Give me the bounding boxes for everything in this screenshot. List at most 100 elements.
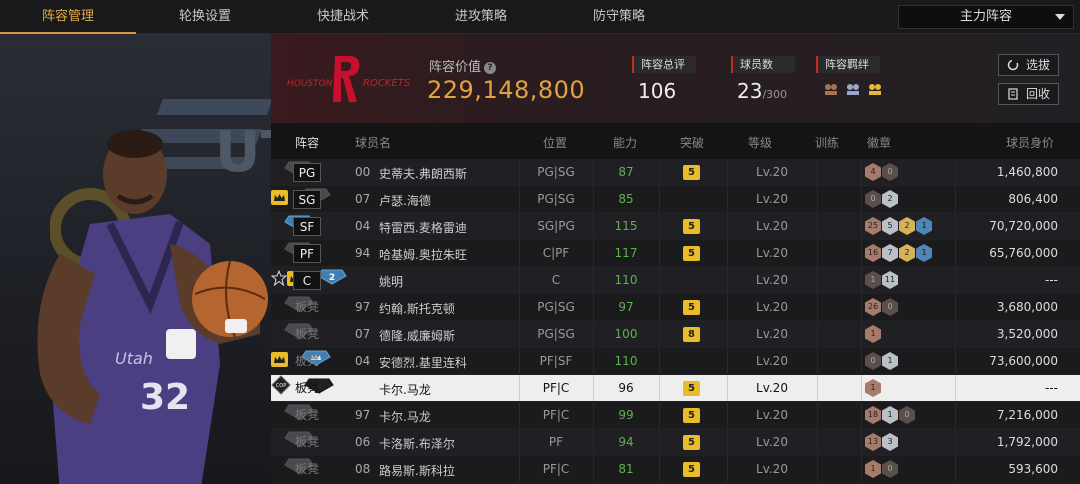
row-jersey-number: 06: [355, 435, 371, 449]
svg-text:HOUSTON: HOUSTON: [287, 79, 333, 89]
row-player-name[interactable]: 哈基姆.奥拉朱旺: [379, 246, 467, 263]
row-player-name[interactable]: 德隆.威廉姆斯: [379, 327, 455, 344]
table-row[interactable]: 板凳 04 安德烈.基里连科 PF|SF 110 Lv.20 0 1 73,600,000: [271, 348, 1080, 375]
table-row[interactable]: SG 07 卢瑟.海德 PG|SG 85 Lv.20 0 2 806,400: [271, 186, 1080, 213]
column-divider: [817, 429, 818, 455]
row-player-name[interactable]: 卢瑟.海德: [379, 192, 431, 209]
column-divider: [955, 240, 956, 266]
col-badges[interactable]: 徽章: [867, 134, 891, 151]
row-player-name[interactable]: 卡尔.马龙: [379, 408, 431, 425]
row-ability: 81: [618, 462, 634, 476]
table-row[interactable]: 板凳 06 卡洛斯.布泽尔 PF 94 5 Lv.20 13 3 1,792,000: [271, 429, 1080, 456]
row-player-name[interactable]: 卡洛斯.布泽尔: [379, 435, 455, 452]
column-divider: [817, 213, 818, 239]
row-player-name[interactable]: 路易斯.斯科拉: [379, 462, 455, 479]
row-ability: 115: [614, 219, 638, 233]
team-bond-label: 阵容羁绊: [816, 56, 880, 73]
top-tab-bar: 阵容管理 轮换设置 快捷战术 进攻策略 防守策略 主力阵容: [0, 0, 1080, 34]
table-row[interactable]: C 姚明 C 110 Lv.20 2 1 11 ---: [270, 267, 1080, 294]
column-divider: [817, 348, 818, 374]
tab-lineup-management[interactable]: 阵容管理: [0, 0, 136, 34]
badge-icon: 0: [899, 406, 915, 424]
row-ability: 97: [618, 300, 634, 314]
column-divider: [861, 159, 862, 185]
table-row[interactable]: 板凳 08 路易斯.斯科拉 PF|C 81 5 Lv.20 1 0 593,600: [271, 456, 1080, 483]
row-jersey-number: 94: [355, 246, 371, 260]
column-divider: [861, 429, 862, 455]
row-player-name[interactable]: 安德烈.基里连科: [379, 354, 467, 371]
row-position: PF|SF: [539, 354, 573, 368]
row-badges[interactable]: 1: [865, 379, 881, 397]
row-badges[interactable]: 1 11: [865, 271, 898, 289]
row-badges[interactable]: 25 5 2 1: [865, 217, 932, 235]
lineup-dropdown[interactable]: 主力阵容: [898, 5, 1074, 29]
column-divider: [659, 159, 660, 185]
lineup-dropdown-value: 主力阵容: [959, 9, 1012, 24]
help-icon[interactable]: ?: [484, 62, 497, 74]
row-breakthrough: 5: [683, 165, 700, 180]
row-player-value: 806,400: [1008, 192, 1058, 206]
row-badges[interactable]: 01: [865, 352, 898, 370]
table-row[interactable]: 板凳 COP 卡尔.马龙 PF|C 96 5 Lv.20 1 ---: [271, 375, 1080, 402]
col-ability[interactable]: 能力: [613, 134, 637, 151]
row-position: PF|C: [542, 462, 570, 476]
lineup-value-label: 阵容价值?: [429, 56, 497, 75]
roster-table-header: 阵容 球员名 位置 能力 突破 等级 训练 徽章 球员身价: [271, 123, 1080, 159]
column-divider: [817, 240, 818, 266]
column-divider: [955, 213, 956, 239]
select-button[interactable]: 选拔: [998, 54, 1059, 76]
table-row[interactable]: 板凳 97 约翰.斯托克顿 PG|SG 97 5 Lv.20 26 0 3,680,000: [271, 294, 1080, 321]
table-row[interactable]: 板凳 07 德隆.威廉姆斯 PG|SG 100 8 Lv.20 1 3,520,000: [271, 321, 1080, 348]
column-divider: [659, 294, 660, 320]
row-level: Lv.20: [756, 381, 788, 395]
tab-defense-strategy[interactable]: 防守策略: [550, 0, 688, 34]
column-divider: [817, 375, 818, 401]
col-lineup[interactable]: 阵容: [295, 134, 319, 151]
row-badges[interactable]: 26 0: [865, 298, 898, 316]
row-player-name[interactable]: 特雷西.麦格雷迪: [379, 219, 467, 236]
col-position[interactable]: 位置: [543, 134, 567, 151]
row-player-value: ---: [1045, 273, 1058, 287]
row-badges[interactable]: 40: [865, 163, 898, 181]
col-training[interactable]: 训练: [815, 134, 839, 151]
row-badges[interactable]: 13 3: [865, 433, 898, 451]
player-portrait: 32 Utah: [37, 130, 268, 484]
bond-silver-icon[interactable]: [844, 79, 862, 97]
col-level[interactable]: 等级: [748, 134, 772, 151]
recycle-button[interactable]: 回收: [998, 83, 1059, 105]
row-ability: 99: [618, 408, 634, 422]
row-badges[interactable]: 02: [865, 190, 898, 208]
row-player-name[interactable]: 姚明: [379, 273, 403, 290]
tab-offense-strategy[interactable]: 进攻策略: [412, 0, 550, 34]
row-breakthrough: 5: [683, 246, 700, 261]
table-row[interactable]: PF 94 哈基姆.奥拉朱旺 C|PF 117 5 Lv.20 16 7 2 1 65,760,000: [271, 240, 1080, 267]
tab-rotation-settings[interactable]: 轮换设置: [136, 0, 274, 34]
table-row[interactable]: PG 00 史蒂夫.弗朗西斯 PG|SG 87 5 Lv.20 4 0 1,460,800: [271, 159, 1080, 186]
column-divider: [955, 186, 956, 212]
column-divider: [659, 429, 660, 455]
row-player-name[interactable]: 卡尔.马龙: [379, 381, 431, 398]
col-breakthrough[interactable]: 突破: [680, 134, 704, 151]
row-ability: 96: [618, 381, 634, 395]
svg-text:ROCKETS: ROCKETS: [363, 78, 411, 89]
table-row[interactable]: 板凳 97 卡尔.马龙 PF|C 99 5 Lv.20 18 1 0 7,216,000: [271, 402, 1080, 429]
col-player-name[interactable]: 球员名: [355, 134, 391, 151]
bond-gold-icon[interactable]: [866, 79, 884, 97]
tab-quick-tactics[interactable]: 快捷战术: [274, 0, 412, 34]
column-divider: [817, 456, 818, 482]
table-row[interactable]: SF 04 特雷西.麦格雷迪 SG|PG 115 5 Lv.20 25 5 2 1 70,720,00…: [271, 213, 1080, 240]
badge-icon: 3: [882, 433, 898, 451]
row-player-name[interactable]: 史蒂夫.弗朗西斯: [379, 165, 467, 182]
row-ability: 117: [614, 246, 638, 260]
row-ability: 100: [614, 327, 638, 341]
row-badges[interactable]: 16 7 2 1: [865, 244, 932, 262]
badge-icon: 0: [882, 163, 898, 181]
row-badges[interactable]: 1: [865, 325, 881, 343]
row-badges[interactable]: 10: [865, 460, 898, 478]
col-player-value[interactable]: 球员身价: [1006, 134, 1054, 151]
row-badges[interactable]: 18 1 0: [865, 406, 915, 424]
row-player-name[interactable]: 约翰.斯托克顿: [379, 300, 455, 317]
row-slot: PG: [293, 163, 321, 182]
row-player-value: 1,792,000: [996, 435, 1058, 449]
bond-bronze-icon[interactable]: [822, 79, 840, 97]
